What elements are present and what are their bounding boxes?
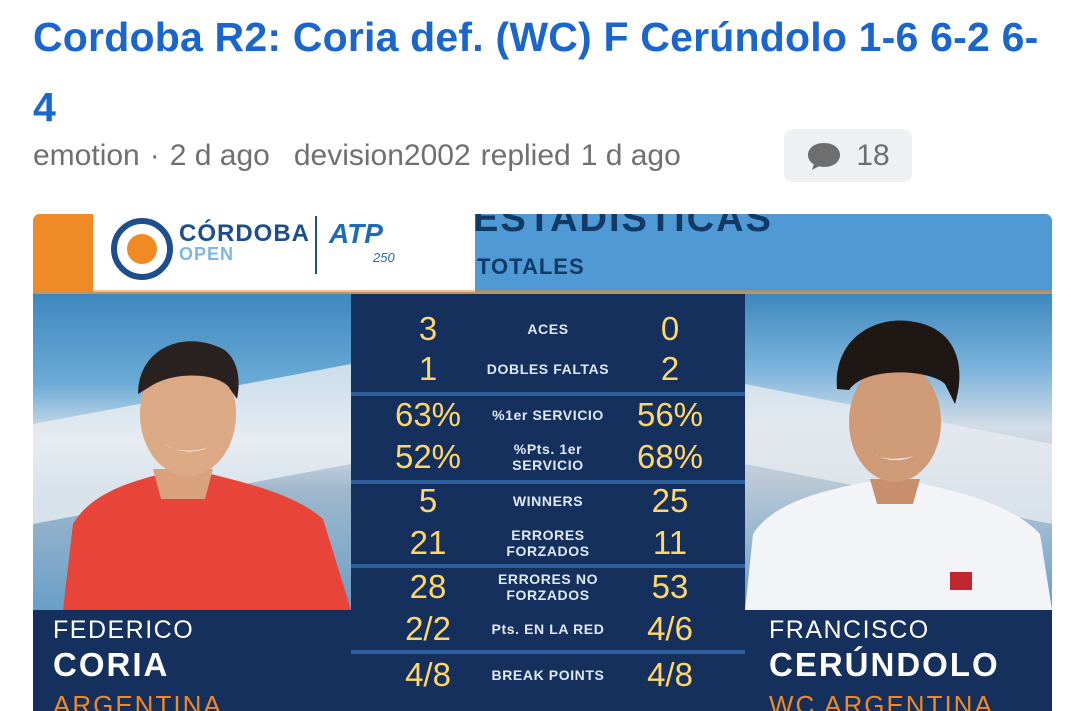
- header-accent: [33, 214, 93, 292]
- brand-sub: OPEN: [179, 244, 235, 264]
- stat-right-value: 53: [651, 568, 689, 605]
- comments-button[interactable]: 18: [784, 129, 912, 182]
- graphic-subheading: TOTALES: [477, 254, 585, 279]
- logo-divider: [315, 216, 317, 274]
- comment-count: 18: [856, 138, 890, 172]
- player-country: WC ARGENTINA: [769, 690, 994, 711]
- stat-right-value: 68%: [636, 438, 704, 475]
- stat-right-value: 4/6: [647, 610, 693, 647]
- stats-table: 3 ACES 0 1 DOBLES FALTAS 2 63% %1er SERV…: [351, 294, 745, 711]
- graphic-heading: ESTADISTICAS: [473, 214, 773, 240]
- player-photo-left: [33, 294, 351, 610]
- post-time: 2 d ago: [169, 139, 270, 172]
- replied-label: replied: [480, 139, 571, 172]
- stat-right-value: 2: [660, 350, 680, 387]
- player-country: ARGENTINA: [53, 690, 223, 711]
- speech-bubble-icon: [808, 142, 841, 170]
- replier-link[interactable]: devision2002: [294, 139, 471, 173]
- tennis-ball-logo-icon: [111, 218, 173, 280]
- player-first-name: FEDERICO: [53, 616, 195, 644]
- stat-right-value: 56%: [636, 396, 704, 433]
- stat-right-value: 11: [652, 524, 688, 561]
- post-image[interactable]: CÓRDOBA OPEN ATP 250 ESTADISTICAS TOTALE…: [33, 214, 1052, 711]
- tour-level: 250: [373, 250, 395, 265]
- player-last-name: CORIA: [53, 646, 170, 683]
- tour-logo: ATP: [329, 218, 383, 249]
- replied-time: 1 d ago: [580, 139, 681, 172]
- meta-separator: ·: [149, 139, 160, 172]
- player-name-right: FRANCISCO CERÚNDOLO WC ARGENTINA: [745, 610, 1052, 711]
- player-last-name: CERÚNDOLO: [769, 646, 1000, 683]
- post-title[interactable]: Cordoba R2: Coria def. (WC) F Cerúndolo …: [33, 2, 1053, 142]
- stat-right-value: 0: [660, 310, 680, 347]
- post-meta: emotion · 2 d ago devision2002 replied 1…: [33, 130, 681, 182]
- stat-right-value: 25: [651, 482, 689, 519]
- player-first-name: FRANCISCO: [769, 616, 930, 644]
- player-photo-right: [745, 294, 1052, 610]
- author-link[interactable]: emotion: [33, 139, 140, 173]
- stat-right-value: 4/8: [647, 656, 693, 693]
- player-name-left: FEDERICO CORIA ARGENTINA: [33, 610, 351, 711]
- post-page: Cordoba R2: Coria def. (WC) F Cerúndolo …: [0, 0, 1071, 711]
